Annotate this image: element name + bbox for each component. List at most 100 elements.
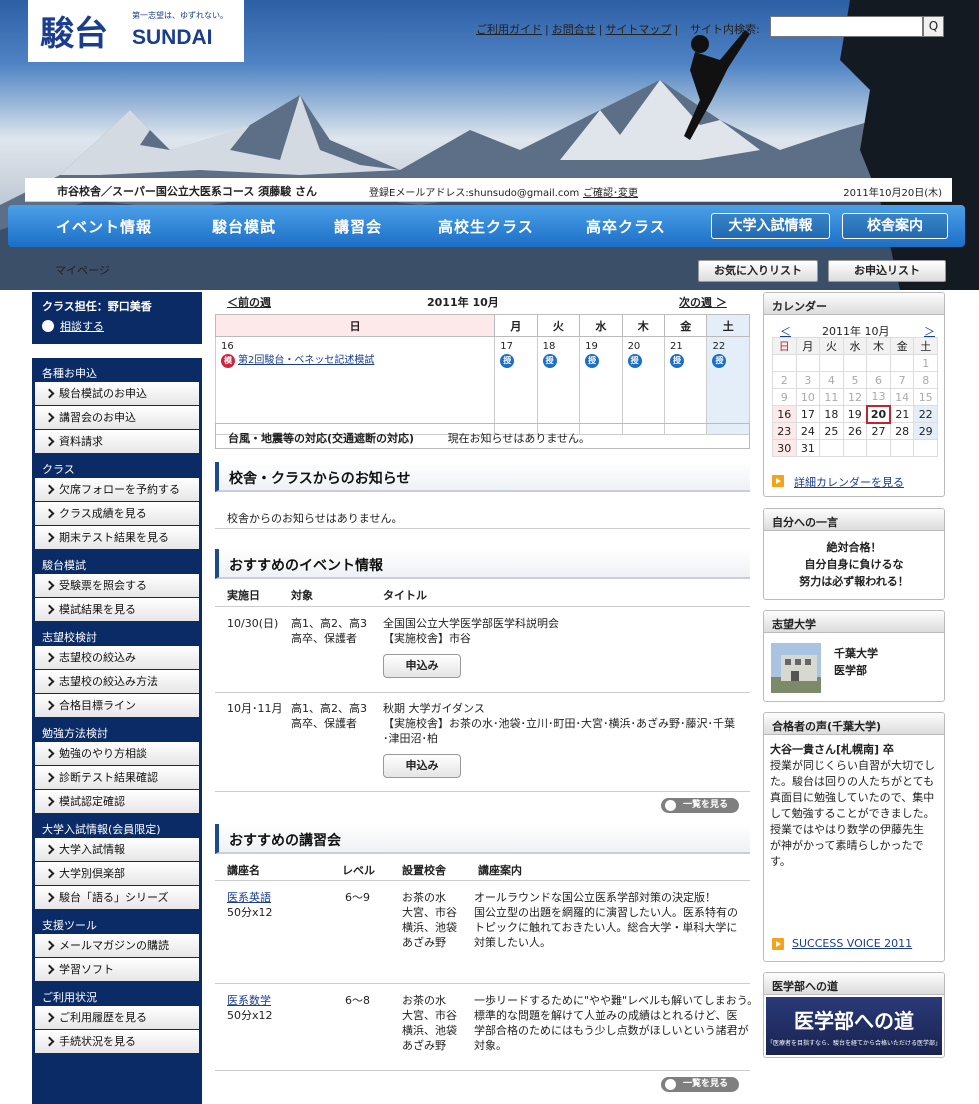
- cal-date-cell[interactable]: 13: [866, 388, 891, 406]
- courses-more-button[interactable]: 一覧を見る: [661, 1077, 739, 1092]
- sidebar-item[interactable]: 資料請求: [35, 430, 199, 453]
- cal-date-cell[interactable]: 14: [889, 388, 915, 406]
- next-week-link[interactable]: 次の週 ＞: [679, 294, 727, 310]
- week-day-header: 土: [706, 314, 750, 337]
- sidebar-item[interactable]: メールマガジンの購読: [35, 934, 199, 957]
- sidebar-item[interactable]: 駿台模試のお申込: [35, 382, 199, 405]
- week-day-cell[interactable]: 16 模第2回駿台・ベネッセ記述模試: [214, 336, 496, 435]
- cal-date-cell[interactable]: 20: [865, 404, 892, 424]
- prev-week-link[interactable]: ＜前の週: [227, 294, 271, 310]
- sidebar-section-title: 駿台模試: [42, 559, 86, 572]
- course-school: お茶の水: [402, 891, 446, 904]
- cal-date-cell[interactable]: 8: [913, 371, 938, 389]
- sidebar-item[interactable]: 欠席フォローを予約する: [35, 478, 199, 501]
- cal-date-cell[interactable]: 29: [913, 422, 938, 440]
- mock-exam-link[interactable]: 第2回駿台・ベネッセ記述模試: [238, 355, 374, 366]
- applications-button[interactable]: お申込リスト: [828, 260, 946, 282]
- cal-date-cell[interactable]: 4: [819, 371, 844, 389]
- cal-date-cell[interactable]: 30: [772, 439, 797, 457]
- sidebar-item[interactable]: 診断テスト結果確認: [35, 766, 199, 789]
- cal-date-cell[interactable]: 26: [842, 422, 868, 440]
- sidebar-item[interactable]: 大学別倶楽部: [35, 862, 199, 885]
- cal-date-cell[interactable]: 22: [913, 405, 938, 423]
- sidebar-item[interactable]: 講習会のお申込: [35, 406, 199, 429]
- cal-date-cell[interactable]: 5: [842, 371, 868, 389]
- sundai-logo[interactable]: 駿台 第一志望は、ゆずれない。 SUNDAI: [28, 0, 244, 62]
- sidebar-item[interactable]: 学習ソフト: [35, 958, 199, 981]
- apply-button[interactable]: 申込み: [383, 654, 461, 678]
- cal-date-cell[interactable]: 15: [913, 388, 938, 406]
- sitemap-link[interactable]: サイトマップ: [605, 23, 671, 36]
- cal-date-cell[interactable]: 11: [819, 388, 844, 406]
- cal-date-cell[interactable]: 17: [795, 405, 821, 423]
- email-change-link[interactable]: ご確認･変更: [583, 184, 638, 199]
- cal-date-cell[interactable]: 1: [913, 354, 938, 372]
- cal-date-cell[interactable]: 18: [819, 405, 844, 423]
- apply-button[interactable]: 申込み: [383, 754, 461, 778]
- cal-date-cell[interactable]: 27: [866, 422, 891, 440]
- week-day-cell[interactable]: 17 授: [494, 336, 538, 435]
- class-badge-icon: 授: [670, 354, 685, 368]
- cal-prev-month[interactable]: ＜: [780, 323, 791, 339]
- sidebar-item[interactable]: 勉強のやり方相談: [35, 742, 199, 765]
- cal-date-cell[interactable]: 31: [795, 439, 821, 457]
- nav-events[interactable]: イベント情報: [56, 216, 152, 237]
- cal-date-cell[interactable]: 24: [795, 422, 821, 440]
- sidebar-item[interactable]: 志望校の絞込み: [35, 646, 199, 669]
- course-name-link[interactable]: 医系数学: [227, 993, 271, 1008]
- events-more-button[interactable]: 一覧を見る: [661, 798, 739, 813]
- sidebar-item[interactable]: 受験票を照会する: [35, 574, 199, 597]
- cal-date-cell[interactable]: 12: [842, 388, 868, 406]
- week-day-cell[interactable]: 19 授: [579, 336, 623, 435]
- voice-line: た。駿台は回りの人たちがとても: [770, 775, 935, 788]
- search-input[interactable]: [770, 16, 923, 37]
- week-day-header: 水: [579, 314, 623, 337]
- week-day-cell[interactable]: 21 授: [664, 336, 708, 435]
- cal-date-cell[interactable]: 9: [772, 388, 797, 406]
- sidebar-item[interactable]: 模試結果を見る: [35, 598, 199, 621]
- cal-next-month[interactable]: ＞: [924, 323, 935, 339]
- cal-date-cell: [772, 354, 797, 372]
- cal-date-cell[interactable]: 28: [889, 422, 915, 440]
- cal-date-cell[interactable]: 2: [772, 371, 797, 389]
- contact-link[interactable]: お問合せ: [552, 23, 596, 36]
- nav-mock-exam[interactable]: 駿台模試: [212, 216, 276, 237]
- cal-date-cell[interactable]: 23: [772, 422, 797, 440]
- week-day-cell[interactable]: 22 授: [706, 336, 750, 435]
- cal-date-cell[interactable]: 16: [772, 405, 797, 423]
- sidebar-item[interactable]: 手続状況を見る: [35, 1030, 199, 1053]
- success-voice-link[interactable]: SUCCESS VOICE 2011: [792, 937, 912, 950]
- week-day-cell[interactable]: 20 授: [621, 336, 666, 435]
- nav-school-guide[interactable]: 校舎案内: [842, 213, 948, 239]
- cal-date-cell[interactable]: 3: [795, 371, 821, 389]
- sidebar-item[interactable]: ご利用履歴を見る: [35, 1006, 199, 1029]
- search-icon[interactable]: Q: [923, 16, 944, 37]
- sidebar-item[interactable]: 志望校の絞込み方法: [35, 670, 199, 693]
- cal-date-cell[interactable]: 10: [795, 388, 821, 406]
- course-name-link[interactable]: 医系英語: [227, 890, 271, 905]
- cal-date-cell[interactable]: 19: [842, 405, 868, 423]
- cal-day-header: 金: [889, 337, 915, 355]
- sidebar-item[interactable]: 駿台「語る」シリーズ: [35, 886, 199, 909]
- nav-graduate[interactable]: 高卒クラス: [586, 216, 666, 237]
- favorites-button[interactable]: お気に入りリスト: [698, 260, 818, 282]
- sidebar-item[interactable]: 期末テスト結果を見る: [35, 526, 199, 549]
- cal-date-cell[interactable]: 6: [866, 371, 891, 389]
- week-day-cell[interactable]: 18 授: [536, 336, 581, 435]
- road-banner[interactable]: 医学部への道 「医療者を目指すなら、駿台を経てから合格いただける医学部」: [766, 997, 942, 1055]
- sidebar-item[interactable]: 模試認定確認: [35, 790, 199, 813]
- guide-link[interactable]: ご利用ガイド: [476, 23, 542, 36]
- cal-date-cell[interactable]: 7: [889, 371, 915, 389]
- cal-date-cell[interactable]: 25: [819, 422, 844, 440]
- nav-seminar[interactable]: 講習会: [334, 216, 382, 237]
- message-title: 自分への一言: [764, 509, 944, 531]
- consult-link[interactable]: 相談する: [32, 316, 202, 340]
- nav-admission-info[interactable]: 大学入試情報: [711, 213, 830, 239]
- sidebar-item[interactable]: 大学入試情報: [35, 838, 199, 861]
- sidebar-item[interactable]: 合格目標ライン: [35, 694, 199, 717]
- cal-date-cell[interactable]: 21: [889, 405, 915, 423]
- week-day-header: 火: [536, 314, 581, 337]
- nav-high-school[interactable]: 高校生クラス: [438, 216, 534, 237]
- detail-calendar-link[interactable]: 詳細カレンダーを見る: [794, 474, 904, 490]
- sidebar-item[interactable]: クラス成績を見る: [35, 502, 199, 525]
